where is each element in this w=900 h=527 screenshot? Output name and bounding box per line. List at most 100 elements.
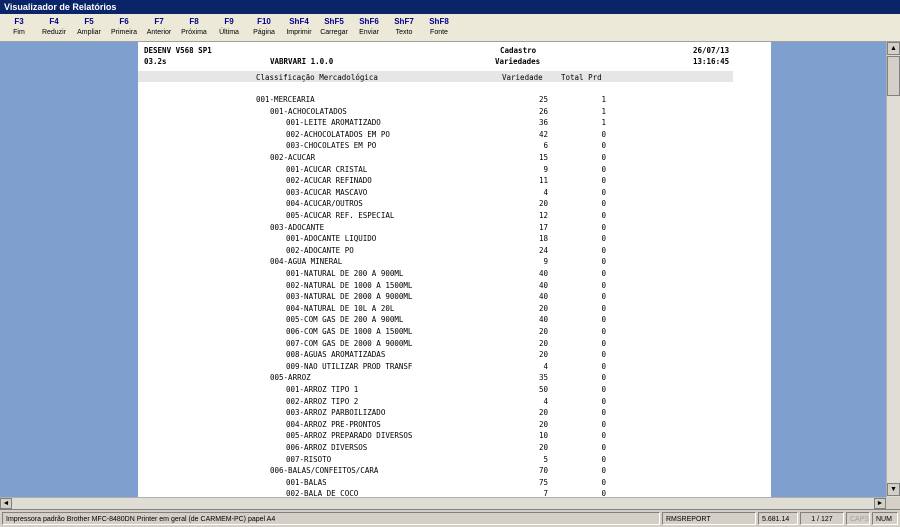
scroll-left-arrow-icon[interactable]: ◄ <box>0 498 12 509</box>
table-row: 008-AGUAS AROMATIZADAS 20 0 <box>138 350 771 361</box>
toolbar-button-label: Fonte <box>430 29 448 36</box>
toolbar-button-primeira[interactable]: F6 Primeira <box>107 16 141 38</box>
row-classification: 005-ARROZ PREPARADO DIVERSOS <box>286 431 413 441</box>
toolbar-button-pagina[interactable]: F10 Página <box>247 16 281 38</box>
row-variety: 20 <box>538 408 548 418</box>
toolbar-button-key: ShF4 <box>289 17 309 26</box>
toolbar-button-imprimir[interactable]: ShF4 Imprimir <box>282 16 316 38</box>
table-row: 001-LEITE AROMATIZADO 36 1 <box>138 118 771 129</box>
scroll-down-arrow-icon[interactable]: ▼ <box>887 483 900 496</box>
column-header-total: Total Prd <box>561 73 602 82</box>
row-variety: 40 <box>538 269 548 278</box>
row-classification: 001-MERCEARIA <box>256 95 315 104</box>
horizontal-scrollbar[interactable]: ◄ ► <box>0 497 886 509</box>
row-variety: 4 <box>543 396 548 406</box>
report-viewport[interactable]: DESENV V568 SP1 03.2s VABRVARI 1.0.0 Cad… <box>0 42 886 497</box>
row-classification: 005-ARROZ <box>270 373 311 383</box>
report-version-code: 03.2s <box>144 57 167 66</box>
row-classification: 002-ACUCAR REFINADO <box>286 176 372 186</box>
table-row: 005-ARROZ 35 0 <box>138 373 771 384</box>
table-row: 002-BALA DE COCO 7 0 <box>138 489 771 497</box>
column-header-bar: Classificação Mercadológica Variedade To… <box>138 71 733 82</box>
row-variety: 5 <box>543 454 548 464</box>
table-row: 002-ACUCAR REFINADO 11 0 <box>138 176 771 187</box>
row-classification: 003-CHOCOLATES EM PO <box>286 141 377 151</box>
toolbar-button-proxima[interactable]: F8 Próxima <box>177 16 211 38</box>
row-total: 0 <box>601 431 606 441</box>
row-classification: 003-ADOCANTE <box>270 222 325 232</box>
row-total: 0 <box>601 361 606 371</box>
report-time: 13:16:45 <box>693 57 730 66</box>
toolbar-button-fim[interactable]: F3 Fim <box>2 16 36 38</box>
window-title: Visualizador de Relatórios <box>0 0 900 14</box>
row-variety: 35 <box>538 373 548 383</box>
toolbar-button-key: F9 <box>224 17 234 26</box>
report-system: DESENV V568 SP1 <box>144 46 212 55</box>
scroll-up-arrow-icon[interactable]: ▲ <box>887 42 900 55</box>
table-row: 004-ACUCAR/OUTROS 20 0 <box>138 199 771 210</box>
row-total: 0 <box>601 292 606 302</box>
toolbar-button-ultima[interactable]: F9 Última <box>212 16 246 38</box>
scroll-right-arrow-icon[interactable]: ► <box>874 498 886 509</box>
table-row: 001-ARROZ TIPO 1 50 0 <box>138 385 771 396</box>
row-classification: 001-LEITE AROMATIZADO <box>286 118 381 128</box>
table-row: 006-ARROZ DIVERSOS 20 0 <box>138 443 771 454</box>
row-classification: 001-ADOCANTE LIQUIDO <box>286 234 377 244</box>
toolbar-button-key: F4 <box>49 17 59 26</box>
row-classification: 002-ARROZ TIPO 2 <box>286 396 359 406</box>
row-variety: 20 <box>538 327 548 336</box>
row-variety: 4 <box>543 361 548 371</box>
row-variety: 20 <box>538 199 548 209</box>
toolbar-button-ampliar[interactable]: F5 Ampliar <box>72 16 106 38</box>
toolbar-button-carregar[interactable]: ShF5 Carregar <box>317 16 351 38</box>
row-total: 0 <box>601 303 606 313</box>
table-row: 003-ADOCANTE 17 0 <box>138 223 771 234</box>
row-classification: 002-ADOCANTE PO <box>286 245 354 255</box>
status-report-name: RMSREPORT <box>662 512 756 525</box>
toolbar-button-enviar[interactable]: ShF6 Enviar <box>352 16 386 38</box>
toolbar-button-reduzir[interactable]: F4 Reduzir <box>37 16 71 38</box>
toolbar-button-key: ShF5 <box>324 17 344 26</box>
row-variety: 42 <box>538 129 548 139</box>
toolbar-button-label: Ampliar <box>77 29 101 36</box>
report-date: 26/07/13 <box>693 46 730 55</box>
toolbar-button-label: Enviar <box>359 29 379 36</box>
row-variety: 9 <box>543 164 548 174</box>
row-variety: 6 <box>543 141 548 151</box>
toolbar-button-label: Primeira <box>110 29 138 36</box>
table-row: 009-NAO UTILIZAR PROD TRANSF 4 0 <box>138 362 771 373</box>
row-total: 0 <box>601 489 606 497</box>
toolbar-button-texto[interactable]: ShF7 Texto <box>387 16 421 38</box>
row-classification: 001-NATURAL DE 200 A 900ML <box>286 269 404 278</box>
vertical-scroll-thumb[interactable] <box>887 56 900 96</box>
report-program: VABRVARI 1.0.0 <box>270 57 334 66</box>
row-classification: 009-NAO UTILIZAR PROD TRANSF <box>286 361 413 371</box>
row-total: 0 <box>601 443 606 452</box>
toolbar-button-label: Reduzir <box>41 29 67 36</box>
table-row: 004-NATURAL DE 10L A 20L 20 0 <box>138 304 771 315</box>
row-total: 0 <box>601 257 606 267</box>
row-classification: 001-ACHOCOLATADOS <box>270 106 347 116</box>
row-variety: 15 <box>538 153 548 162</box>
row-variety: 12 <box>538 211 548 220</box>
row-classification: 001-ACUCAR CRISTAL <box>286 164 368 174</box>
row-variety: 40 <box>538 280 548 290</box>
toolbar-button-fonte[interactable]: ShF8 Fonte <box>422 16 456 38</box>
row-total: 0 <box>601 373 606 383</box>
toolbar-button-key: ShF7 <box>394 17 414 26</box>
row-classification: 007-RISOTO <box>286 454 332 464</box>
row-classification: 008-AGUAS AROMATIZADAS <box>286 350 386 360</box>
column-header-variety: Variedade <box>502 73 543 82</box>
row-total: 0 <box>601 408 606 418</box>
row-classification: 003-ARROZ PARBOILIZADO <box>286 408 386 418</box>
table-row: 001-NATURAL DE 200 A 900ML 40 0 <box>138 269 771 280</box>
toolbar-button-key: F3 <box>14 17 24 26</box>
table-row: 002-ACHOCOLATADOS EM PO 42 0 <box>138 130 771 141</box>
row-variety: 11 <box>538 176 548 186</box>
vertical-scrollbar[interactable]: ▲ ▼ <box>886 42 900 497</box>
table-row: 004-AGUA MINERAL 9 0 <box>138 257 771 268</box>
row-variety: 7 <box>543 489 548 497</box>
toolbar-button-anterior[interactable]: F7 Anterior <box>142 16 176 38</box>
row-classification: 006-BALAS/CONFEITOS/CARA <box>270 466 379 476</box>
row-variety: 50 <box>538 385 548 394</box>
